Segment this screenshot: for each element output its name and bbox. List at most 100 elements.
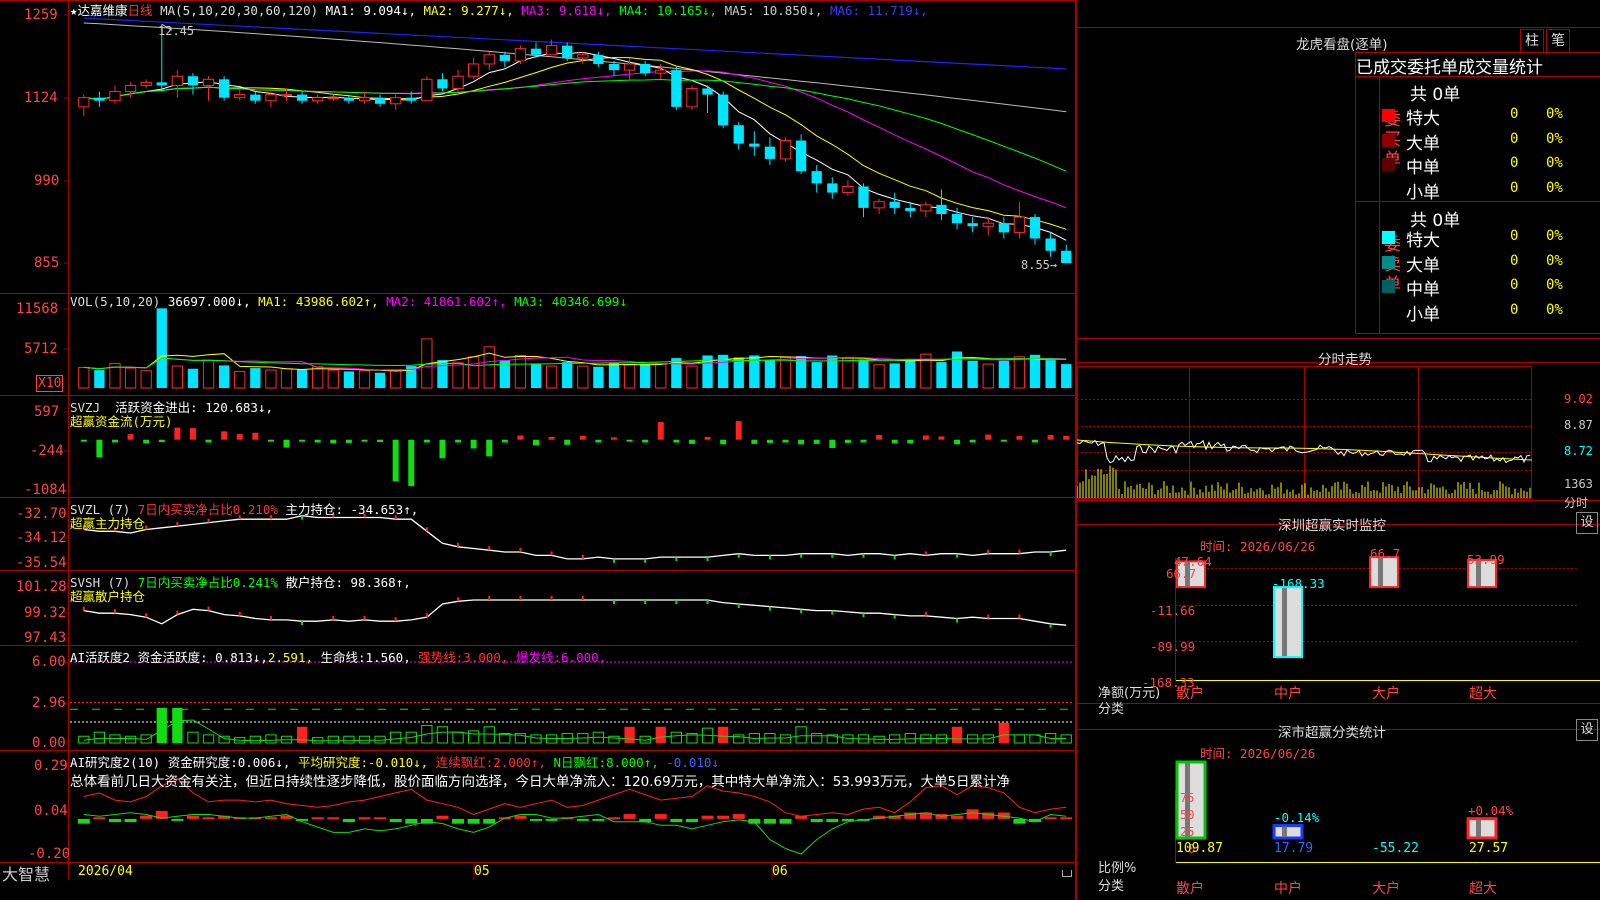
svzj-tick-3: -1084 (24, 482, 67, 498)
lock-icon[interactable] (1062, 870, 1072, 877)
ai1-burst-v: 6.000, (561, 650, 607, 665)
candle-body (483, 54, 495, 65)
ma-label-5: MA5: (717, 3, 763, 18)
monitor-category-1: 散户 (1176, 686, 1204, 702)
volume-bar (905, 358, 916, 388)
order-stats-tab[interactable]: 已成交委托单成交量统计 (1356, 53, 1600, 78)
intraday-title[interactable]: 分时走势 (1318, 348, 1372, 368)
fund-flow-bar (236, 434, 243, 440)
sell-row-count-3: 0 (1510, 277, 1519, 293)
main-position-line-tick (425, 527, 428, 532)
price-tick-3: 990 (34, 173, 60, 189)
research-bar (374, 817, 387, 820)
ma-label-2: MA2: (416, 3, 462, 18)
volume-bar (858, 359, 869, 388)
retail-position-line-tick (82, 606, 85, 611)
fund-flow-bar (486, 439, 493, 457)
main-position-line-tick (987, 549, 990, 554)
svzl-value: -34.653↑, (350, 502, 419, 517)
price-tick-4: 855 (34, 255, 60, 271)
vol-value: 36697.000↓, (167, 294, 251, 309)
buy-swatch-2 (1382, 133, 1395, 147)
volume-bar (374, 372, 386, 388)
volume-bar (593, 366, 604, 388)
sell-row-count-2: 0 (1510, 252, 1519, 269)
activity-bar (202, 734, 215, 744)
sell-swatch-2 (1382, 255, 1395, 269)
fund-flow-bar (96, 439, 103, 458)
research-bar (701, 815, 714, 819)
monitor-bar-label-4: 53.99 (1467, 552, 1505, 567)
bar-mode-button[interactable]: 柱 (1520, 29, 1544, 53)
candle-body (671, 70, 682, 107)
volume-bar (608, 362, 620, 388)
ai2-header: AI研究度2(10) 资金研究度:0.006↓, 平均研究度:-0.010↓, … (70, 752, 719, 771)
candle-body (109, 91, 121, 102)
volume-bar (842, 357, 854, 389)
stats-tick-3: 25 (1180, 825, 1195, 839)
fund-flow-bar (455, 439, 462, 443)
candle-body (1045, 238, 1056, 251)
candle-body (1013, 216, 1026, 233)
sell-row-name-3: 中单 (1406, 280, 1440, 300)
fund-flow-bar (704, 436, 711, 440)
volume-bar (171, 365, 184, 389)
buy-row-count-4: 0 (1510, 179, 1519, 196)
period-label[interactable]: 日线 (128, 3, 153, 18)
buy-row-count-2: 0 (1510, 130, 1519, 147)
tick-mode-button[interactable]: 笔 (1546, 29, 1570, 53)
research-bar (763, 818, 776, 824)
volume-bar (390, 369, 402, 389)
stats-value-2: 17.79 (1274, 841, 1314, 856)
buy-row-name-1: 特大 (1406, 109, 1440, 129)
retail-position-line-tick (862, 613, 865, 618)
research-bar (1060, 817, 1073, 820)
svzj-sub: 超赢资金流(万元) (70, 414, 173, 429)
fund-flow-bar (922, 435, 929, 440)
ma-label-3: MA3: (513, 3, 559, 18)
stats-bar-body (1272, 824, 1304, 840)
vol-header: VOL(5,10,20) 36697.000↓, MA1: 43986.602↑… (70, 294, 627, 309)
volume-bar (982, 363, 994, 389)
candle-body (467, 63, 480, 77)
research-bar (592, 818, 605, 821)
retail-position-line-tick (831, 610, 834, 615)
vol-ma-value-2: 41861.602↑, (423, 294, 507, 309)
stats-settings-button[interactable]: 设 (1576, 719, 1598, 741)
price-tick-2: 1124 (24, 90, 58, 106)
monitor-category-2: 中户 (1274, 686, 1302, 702)
vol-ma-label-2: MA2: (378, 294, 424, 309)
candle-body (78, 97, 90, 108)
retail-position-line-tick (612, 599, 615, 604)
fund-flow-bar (548, 436, 555, 440)
volume-bar (124, 367, 137, 389)
research-bar (77, 818, 90, 824)
candle-body (250, 94, 261, 101)
stats-category-2: 中户 (1274, 881, 1302, 897)
ai1-tick-1: 6.00 (32, 654, 66, 670)
activity-bar (608, 735, 620, 744)
fund-flow-bar (751, 439, 758, 444)
volume-bar (545, 365, 558, 389)
favorite-star-icon[interactable]: ★ (70, 3, 78, 18)
volume-bar (343, 371, 355, 388)
retail-position-line-tick (332, 615, 335, 620)
activity-bar (436, 726, 449, 744)
price-header: ★达嘉维康日线 MA(5,10,20,30,60,120) MA1: 9.094… (70, 0, 928, 19)
intraday-tick-4: 1363 (1564, 477, 1593, 491)
fund-flow-bar (252, 432, 259, 440)
volume-bar (234, 370, 246, 389)
fund-flow-bar (174, 427, 181, 440)
activity-bar (296, 726, 308, 743)
candle-body (702, 88, 713, 95)
ai2-tick-3: -0.20 (28, 846, 71, 862)
ma-label-4: MA4: (611, 3, 657, 18)
research-bar (966, 809, 979, 819)
fund-flow-bar (688, 439, 695, 444)
research-green-line (83, 812, 1067, 855)
research-bar (405, 818, 418, 824)
volume-bar (811, 362, 822, 388)
ai1-strong: 强势线: (418, 650, 464, 665)
monitor-settings-button[interactable]: 设 (1576, 512, 1598, 534)
svsh-tick-2: 99.32 (24, 605, 67, 621)
